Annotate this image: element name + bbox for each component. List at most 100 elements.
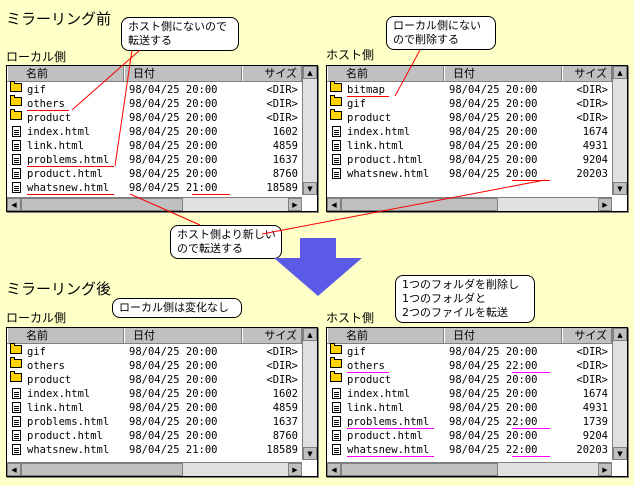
- file-icon: [332, 388, 341, 399]
- file-row[interactable]: index.html 98/04/25 20:00 1674: [327, 125, 612, 139]
- file-row[interactable]: product.html 98/04/25 20:00 8760: [7, 429, 302, 443]
- column-size-header[interactable]: サイズ: [562, 66, 612, 81]
- scroll-left-button[interactable]: ◀: [327, 463, 341, 476]
- vertical-scrollbar[interactable]: ▲ ▼: [612, 66, 627, 195]
- before-local-pane[interactable]: 名前 日付 サイズ gif 98/04/25 20:00 <DIR> others 98/04…: [6, 65, 318, 212]
- callout-local-unchanged: ローカル側は変化なし: [112, 298, 242, 318]
- horizontal-scrollbar[interactable]: ◀ ▶: [7, 197, 302, 211]
- callout-host-delete: ローカル側にない ので削除する: [386, 16, 496, 50]
- scroll-up-button[interactable]: ▲: [613, 66, 627, 79]
- file-row[interactable]: problems.html 98/04/25 20:00 1637: [7, 415, 302, 429]
- before-host-pane[interactable]: 名前 日付 サイズ bitmap 98/04/25 20:00 <DIR> gif 98/04…: [326, 65, 628, 212]
- column-date-header[interactable]: 日付: [444, 66, 562, 81]
- vertical-scrollbar[interactable]: ▲ ▼: [302, 328, 317, 460]
- file-row[interactable]: index.html 98/04/25 20:00 1602: [7, 387, 302, 401]
- scroll-up-button[interactable]: ▲: [613, 328, 627, 341]
- file-row[interactable]: index.html 98/04/25 20:00 1674: [327, 387, 612, 401]
- scroll-up-button[interactable]: ▲: [303, 328, 317, 341]
- vertical-scrollbar[interactable]: ▲ ▼: [612, 328, 627, 460]
- file-icon: [332, 430, 341, 441]
- horizontal-scrollbar[interactable]: ◀ ▶: [7, 462, 302, 476]
- file-row[interactable]: problems.html 98/04/25 22:00 1739: [327, 415, 612, 429]
- file-row[interactable]: problems.html 98/04/25 20:00 1637: [7, 153, 302, 167]
- row-size: <DIR>: [576, 360, 608, 372]
- scroll-thumb[interactable]: [21, 463, 184, 476]
- row-name: product: [27, 374, 72, 386]
- folder-row[interactable]: gif 98/04/25 20:00 <DIR>: [327, 95, 612, 111]
- folder-row[interactable]: product 98/04/25 20:00 <DIR>: [7, 109, 302, 125]
- scroll-thumb[interactable]: [341, 198, 498, 211]
- column-name-header[interactable]: 名前: [7, 328, 124, 343]
- scroll-down-button[interactable]: ▼: [303, 182, 317, 195]
- scroll-left-button[interactable]: ◀: [7, 463, 21, 476]
- folder-row[interactable]: gif 98/04/25 20:00 <DIR>: [7, 81, 302, 97]
- scroll-down-button[interactable]: ▼: [613, 447, 627, 460]
- before-title: ミラーリング前: [6, 10, 112, 28]
- file-row[interactable]: whatsnew.html 98/04/25 22:00 20203: [327, 443, 612, 457]
- after-local-label: ローカル側: [6, 311, 67, 325]
- scroll-right-button[interactable]: ▶: [288, 463, 302, 476]
- file-row[interactable]: index.html 98/04/25 20:00 1602: [7, 125, 302, 139]
- row-size: <DIR>: [266, 360, 298, 372]
- file-row[interactable]: product.html 98/04/25 20:00 9204: [327, 153, 612, 167]
- folder-row[interactable]: product 98/04/25 20:00 <DIR>: [327, 371, 612, 387]
- file-row[interactable]: whatsnew.html 98/04/25 21:00 18589: [7, 443, 302, 457]
- file-row[interactable]: whatsnew.html 98/04/25 21:00 18589: [7, 181, 302, 195]
- row-name: whatsnew.html: [27, 444, 110, 456]
- scroll-right-button[interactable]: ▶: [598, 198, 612, 211]
- scroll-thumb[interactable]: [341, 463, 498, 476]
- file-row[interactable]: product.html 98/04/25 20:00 9204: [327, 429, 612, 443]
- file-row[interactable]: whatsnew.html 98/04/25 20:00 20203: [327, 167, 612, 181]
- folder-row[interactable]: bitmap 98/04/25 20:00 <DIR>: [327, 81, 612, 97]
- before-local-label: ローカル側: [6, 50, 67, 64]
- scroll-right-button[interactable]: ▶: [598, 463, 612, 476]
- folder-row[interactable]: gif 98/04/25 20:00 <DIR>: [327, 343, 612, 359]
- scroll-thumb[interactable]: [21, 198, 184, 211]
- vertical-scrollbar[interactable]: ▲ ▼: [302, 66, 317, 195]
- after-local-pane[interactable]: 名前 日付 サイズ gif 98/04/25 20:00 <DIR> others 98/04…: [6, 327, 318, 477]
- folder-row[interactable]: others 98/04/25 20:00 <DIR>: [7, 95, 302, 111]
- column-name-header[interactable]: 名前: [7, 66, 124, 81]
- callout-line: ので削除する: [393, 33, 459, 46]
- column-date-header[interactable]: 日付: [444, 328, 562, 343]
- file-row[interactable]: link.html 98/04/25 20:00 4859: [7, 401, 302, 415]
- folder-row[interactable]: others 98/04/25 22:00 <DIR>: [327, 357, 612, 373]
- column-size-header[interactable]: サイズ: [242, 66, 302, 81]
- horizontal-scrollbar[interactable]: ◀ ▶: [327, 197, 612, 211]
- column-date-header[interactable]: 日付: [124, 328, 242, 343]
- column-name-header[interactable]: 名前: [327, 66, 444, 81]
- file-row[interactable]: link.html 98/04/25 20:00 4931: [327, 401, 612, 415]
- scroll-left-button[interactable]: ◀: [327, 198, 341, 211]
- after-host-pane[interactable]: 名前 日付 サイズ gif 98/04/25 20:00 <DIR> others 98/04…: [326, 327, 628, 477]
- scroll-left-button[interactable]: ◀: [7, 198, 21, 211]
- row-size: <DIR>: [576, 374, 608, 386]
- scroll-right-button[interactable]: ▶: [288, 198, 302, 211]
- column-name-header[interactable]: 名前: [327, 328, 444, 343]
- row-size: 1602: [272, 126, 298, 138]
- column-size-header[interactable]: サイズ: [242, 328, 302, 343]
- file-icon: [12, 140, 21, 151]
- folder-row[interactable]: product 98/04/25 20:00 <DIR>: [327, 109, 612, 125]
- highlight-underline: [347, 456, 435, 457]
- callout-line: 1つのフォルダを削除し: [402, 278, 519, 291]
- row-date: 98/04/25 22:00: [449, 360, 538, 372]
- row-name: problems.html: [27, 416, 110, 428]
- folder-icon: [10, 109, 22, 120]
- file-icon: [332, 154, 341, 165]
- file-row[interactable]: link.html 98/04/25 20:00 4859: [7, 139, 302, 153]
- row-size: 9204: [582, 430, 608, 442]
- row-name: others: [27, 98, 65, 110]
- column-size-header[interactable]: サイズ: [562, 328, 612, 343]
- folder-row[interactable]: others 98/04/25 20:00 <DIR>: [7, 357, 302, 373]
- folder-row[interactable]: gif 98/04/25 20:00 <DIR>: [7, 343, 302, 359]
- folder-row[interactable]: product 98/04/25 20:00 <DIR>: [7, 371, 302, 387]
- scroll-down-button[interactable]: ▼: [303, 447, 317, 460]
- file-row[interactable]: product.html 98/04/25 20:00 8760: [7, 167, 302, 181]
- column-date-header[interactable]: 日付: [124, 66, 242, 81]
- horizontal-scrollbar[interactable]: ◀ ▶: [327, 462, 612, 476]
- file-row[interactable]: link.html 98/04/25 20:00 4931: [327, 139, 612, 153]
- row-size: 18589: [266, 182, 298, 194]
- scroll-up-button[interactable]: ▲: [303, 66, 317, 79]
- scroll-down-button[interactable]: ▼: [613, 182, 627, 195]
- row-name: index.html: [27, 126, 91, 138]
